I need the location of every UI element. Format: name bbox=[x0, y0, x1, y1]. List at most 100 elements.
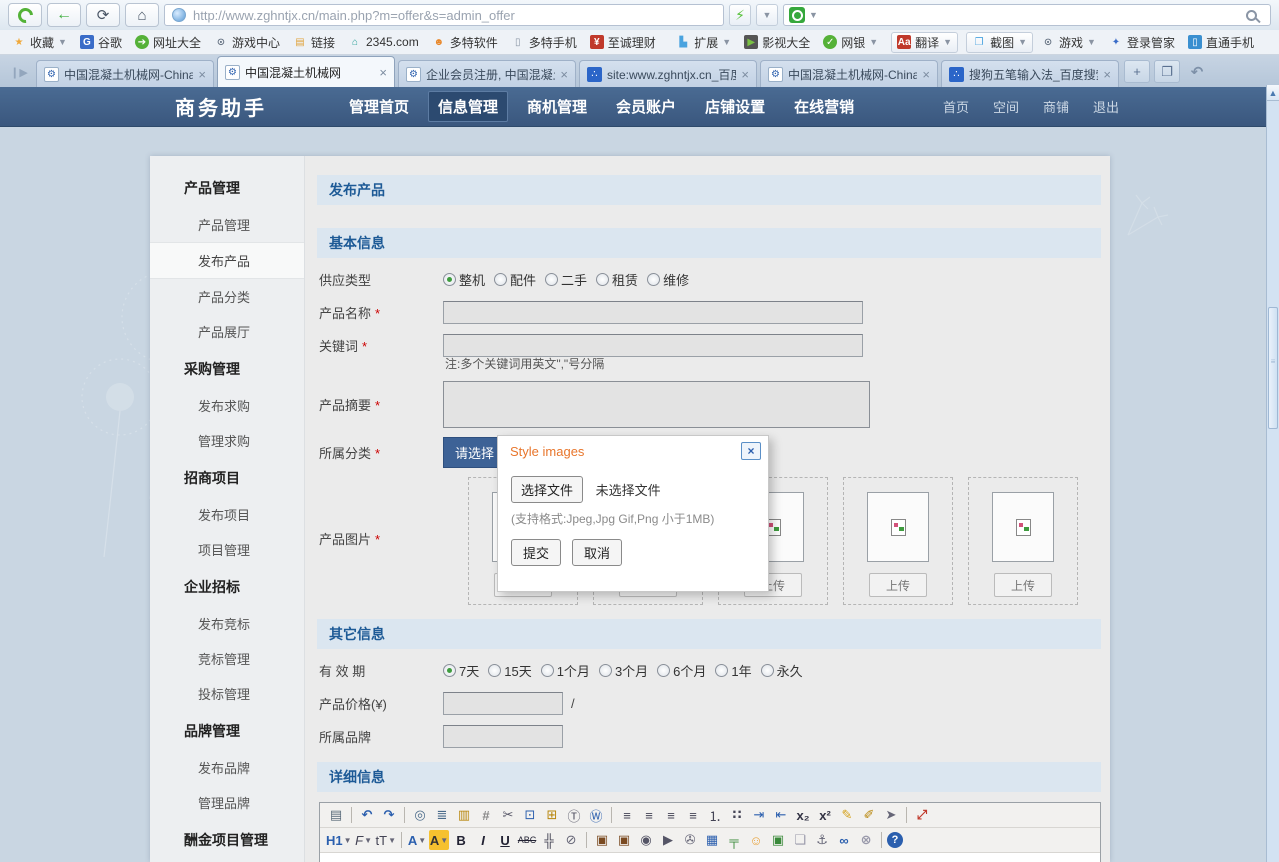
align-center-icon[interactable]: ≡ bbox=[639, 805, 659, 825]
bookmark-item[interactable]: ¥至诚理财 bbox=[590, 34, 656, 51]
paste-icon[interactable]: ⊞ bbox=[542, 805, 562, 825]
nav-item-在线营销[interactable]: 在线营销 bbox=[784, 91, 864, 122]
toolbar-tool-item[interactable]: ▯直通手机 bbox=[1188, 34, 1254, 51]
insert-image-icon[interactable]: ▣ bbox=[592, 830, 612, 850]
undo-icon[interactable]: ↶ bbox=[357, 805, 377, 825]
ordered-list-icon[interactable]: ⒈ bbox=[705, 805, 725, 825]
bookmark-item[interactable]: ➔网址大全 bbox=[135, 34, 201, 51]
bookmark-item[interactable]: ★收藏▼ bbox=[12, 34, 67, 51]
radio-icon[interactable] bbox=[443, 273, 456, 286]
align-left-icon[interactable]: ≡ bbox=[617, 805, 637, 825]
radio-icon[interactable] bbox=[715, 664, 728, 677]
supply-type-option[interactable]: 二手 bbox=[545, 270, 587, 289]
fullscreen-icon[interactable]: ⤢ bbox=[912, 805, 932, 825]
keywords-input[interactable] bbox=[443, 334, 863, 357]
sidebar-item-发布项目[interactable]: 发布项目 bbox=[150, 497, 304, 532]
nav-item-商机管理[interactable]: 商机管理 bbox=[517, 91, 597, 122]
bookmark-item[interactable]: ⊙游戏中心 bbox=[214, 34, 280, 51]
bookmark-item[interactable]: ☻多特软件 bbox=[432, 34, 498, 51]
scrollbar-up-button[interactable]: ▲ bbox=[1267, 85, 1279, 101]
tab-close-icon[interactable]: × bbox=[379, 65, 387, 80]
summary-textarea[interactable] bbox=[443, 381, 870, 428]
toolbar-tool-item[interactable]: Aa翻译▼ bbox=[891, 32, 958, 53]
tab-close-icon[interactable]: × bbox=[1103, 67, 1111, 82]
home-button[interactable]: ⌂ bbox=[125, 3, 159, 27]
subscript-icon[interactable]: x₂ bbox=[793, 805, 813, 825]
speed-mode-button[interactable]: ⚡ bbox=[729, 4, 751, 26]
tab-active[interactable]: ⚙中国混凝土机械网× bbox=[217, 56, 395, 87]
underline-icon[interactable]: U bbox=[495, 830, 515, 850]
format-brush-icon[interactable]: ✎ bbox=[837, 805, 857, 825]
address-bar[interactable]: http://www.zghntjx.cn/main.php?m=offer&s… bbox=[164, 4, 724, 26]
bookmark-item[interactable]: ⌂2345.com bbox=[348, 35, 419, 49]
refresh-button[interactable]: ⟳ bbox=[86, 3, 120, 27]
hr-icon[interactable]: ╤ bbox=[724, 830, 744, 850]
radio-icon[interactable] bbox=[761, 664, 774, 677]
user-link-空间[interactable]: 空间 bbox=[993, 97, 1019, 116]
link-icon[interactable]: ∞ bbox=[834, 830, 854, 850]
price-input[interactable] bbox=[443, 692, 563, 715]
align-right-icon[interactable]: ≡ bbox=[661, 805, 681, 825]
select-all-icon[interactable]: ➤ bbox=[881, 805, 901, 825]
font-size-icon[interactable]: tT▼ bbox=[376, 830, 396, 850]
sidebar-item-产品展厅[interactable]: 产品展厅 bbox=[150, 314, 304, 349]
radio-icon[interactable] bbox=[541, 664, 554, 677]
tab-strip-expander-icon[interactable]: ❙▶ bbox=[6, 61, 32, 83]
product-name-input[interactable] bbox=[443, 301, 863, 324]
insert-images-icon[interactable]: ▣ bbox=[614, 830, 634, 850]
page-props-icon[interactable]: ▥ bbox=[454, 805, 474, 825]
nav-item-店铺设置[interactable]: 店铺设置 bbox=[695, 91, 775, 122]
media-icon[interactable]: ▶ bbox=[658, 830, 678, 850]
new-tab-button[interactable]: + bbox=[1124, 60, 1150, 83]
font-family-icon[interactable]: F▼ bbox=[354, 830, 374, 850]
validity-option[interactable]: 永久 bbox=[761, 661, 803, 680]
tab[interactable]: ⚙中国混凝土机械网-China× bbox=[36, 60, 214, 87]
choose-file-button[interactable]: 选择文件 bbox=[511, 476, 583, 503]
radio-icon[interactable] bbox=[599, 664, 612, 677]
cut-icon[interactable]: ✂ bbox=[498, 805, 518, 825]
submit-button[interactable]: 提交 bbox=[511, 539, 561, 566]
toolbar-tool-item[interactable]: ✦登录管家 bbox=[1109, 34, 1175, 51]
justify-icon[interactable]: ≡ bbox=[683, 805, 703, 825]
toolbar-tool-item[interactable]: ▶影视大全 bbox=[744, 34, 810, 51]
table-icon[interactable]: ▦ bbox=[702, 830, 722, 850]
radio-icon[interactable] bbox=[647, 273, 660, 286]
sidebar-item-产品分类[interactable]: 产品分类 bbox=[150, 279, 304, 314]
emoticon-icon[interactable]: ☺ bbox=[746, 830, 766, 850]
editor-canvas[interactable] bbox=[320, 853, 1100, 862]
radio-icon[interactable] bbox=[443, 664, 456, 677]
supply-type-option[interactable]: 配件 bbox=[494, 270, 536, 289]
toolbar-tool-item[interactable]: ⊙游戏▼ bbox=[1041, 34, 1096, 51]
upload-button[interactable]: 上传 bbox=[994, 573, 1052, 597]
address-dropdown-button[interactable]: ▼ bbox=[756, 4, 778, 26]
frame-icon[interactable]: ❏ bbox=[790, 830, 810, 850]
dialog-close-button[interactable]: × bbox=[741, 442, 761, 460]
sidebar-item-管理求购[interactable]: 管理求购 bbox=[150, 423, 304, 458]
tab-close-icon[interactable]: × bbox=[198, 67, 206, 82]
tab-close-icon[interactable]: × bbox=[560, 67, 568, 82]
flash-icon[interactable]: ◉ bbox=[636, 830, 656, 850]
paste-text-icon[interactable]: Ⓣ bbox=[564, 805, 584, 825]
radio-icon[interactable] bbox=[545, 273, 558, 286]
tab[interactable]: ∴搜狗五笔输入法_百度搜索× bbox=[941, 60, 1119, 87]
supply-type-option[interactable]: 整机 bbox=[443, 270, 485, 289]
sidebar-item-发布竞标[interactable]: 发布竞标 bbox=[150, 606, 304, 641]
print-icon[interactable]: ≣ bbox=[432, 805, 452, 825]
sidebar-item-发布品牌[interactable]: 发布品牌 bbox=[150, 750, 304, 785]
brand-input[interactable] bbox=[443, 725, 563, 748]
heading-icon[interactable]: H1▼ bbox=[326, 830, 352, 850]
redo-icon[interactable]: ↷ bbox=[379, 805, 399, 825]
scrollbar-thumb[interactable]: ≡ bbox=[1268, 307, 1278, 429]
supply-type-option[interactable]: 维修 bbox=[647, 270, 689, 289]
sidebar-item-产品管理[interactable]: 产品管理 bbox=[150, 207, 304, 242]
superscript-icon[interactable]: x² bbox=[815, 805, 835, 825]
copy-icon[interactable]: ⊡ bbox=[520, 805, 540, 825]
tab[interactable]: ⚙中国混凝土机械网-China× bbox=[760, 60, 938, 87]
tab-list-button[interactable]: ❐ bbox=[1154, 60, 1180, 83]
upload-button[interactable]: 上传 bbox=[869, 573, 927, 597]
radio-icon[interactable] bbox=[494, 273, 507, 286]
tab-close-icon[interactable]: × bbox=[741, 67, 749, 82]
bg-color-icon[interactable]: A▼ bbox=[429, 830, 449, 850]
toolbar-tool-item[interactable]: ❐截图▼ bbox=[966, 32, 1033, 53]
border-icon[interactable]: ╬ bbox=[539, 830, 559, 850]
